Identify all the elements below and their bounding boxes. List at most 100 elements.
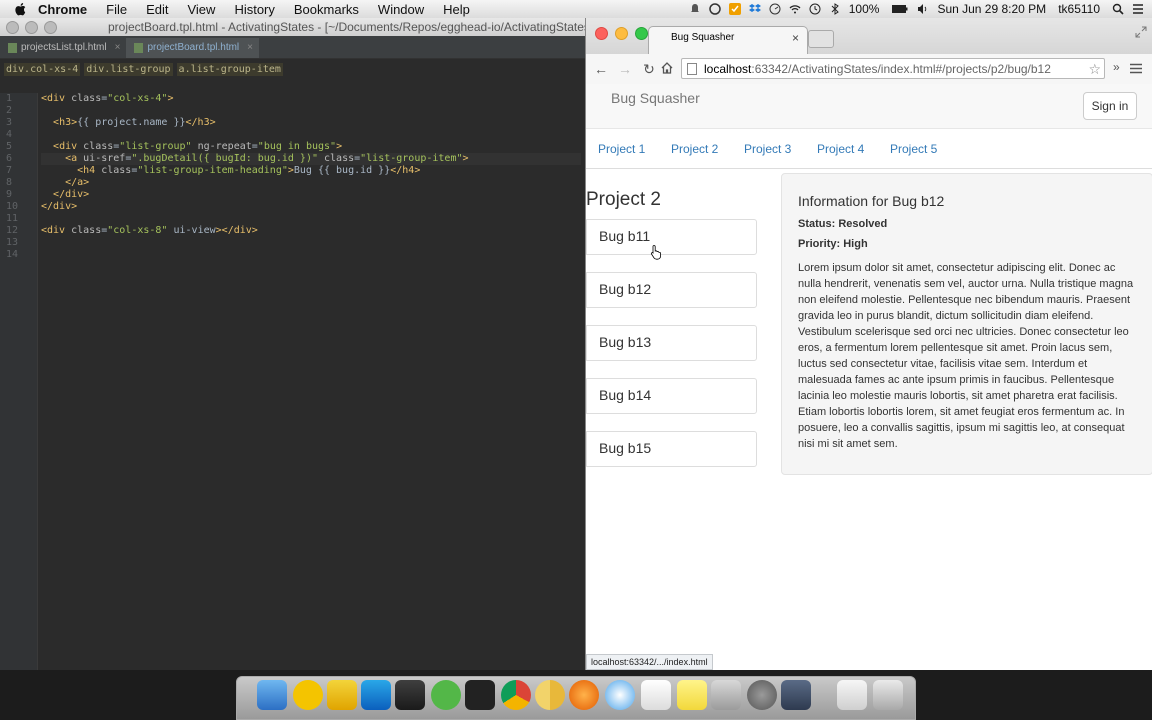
nav-project-4[interactable]: Project 4 xyxy=(817,142,864,156)
safari-icon[interactable] xyxy=(605,680,635,710)
reload-icon[interactable]: ↻ xyxy=(640,60,658,78)
menu-file[interactable]: File xyxy=(106,2,127,17)
code-line[interactable] xyxy=(41,105,581,117)
notification-center-icon[interactable] xyxy=(1132,3,1144,15)
close-icon[interactable]: × xyxy=(792,27,799,49)
menu-edit[interactable]: Edit xyxy=(146,2,168,17)
menu-help[interactable]: Help xyxy=(443,2,470,17)
volume-icon[interactable] xyxy=(917,3,929,15)
jetbrains-ide-icon[interactable] xyxy=(361,680,391,710)
terminal-icon[interactable] xyxy=(465,680,495,710)
extensions-chevron-icon[interactable]: » xyxy=(1113,60,1120,74)
battery-percent[interactable]: 100% xyxy=(849,2,880,16)
new-tab-button[interactable] xyxy=(808,30,834,48)
back-arrow-icon[interactable]: ← xyxy=(592,60,610,78)
time-machine-icon[interactable] xyxy=(809,3,821,15)
close-icon[interactable]: × xyxy=(115,38,121,58)
code-line[interactable]: </a> xyxy=(41,177,581,189)
bluetooth-icon[interactable] xyxy=(829,3,841,15)
code-editor[interactable]: <div class="col-xs-4"> <h3>{{ project.na… xyxy=(41,93,581,261)
menu-bookmarks[interactable]: Bookmarks xyxy=(294,2,359,17)
menubar-user[interactable]: tk65110 xyxy=(1058,2,1100,16)
trash-icon[interactable] xyxy=(873,680,903,710)
reminders-icon[interactable] xyxy=(641,680,671,710)
nav-project-2[interactable]: Project 2 xyxy=(671,142,718,156)
bug-list-item[interactable]: Bug b12 xyxy=(586,272,757,308)
status-circle-icon[interactable] xyxy=(708,3,721,15)
hamburger-menu-icon[interactable] xyxy=(1130,63,1142,74)
bug-list-item[interactable]: Bug b14 xyxy=(586,378,757,414)
code-line[interactable] xyxy=(41,249,581,261)
l-app-icon[interactable] xyxy=(327,680,357,710)
chrome-icon[interactable] xyxy=(501,680,531,710)
code-line[interactable]: </div> xyxy=(41,189,581,201)
webstorm-icon[interactable] xyxy=(395,680,425,710)
chrome-canary-icon[interactable] xyxy=(535,680,565,710)
line-number: 11 xyxy=(6,213,19,224)
firefox-icon[interactable] xyxy=(569,680,599,710)
nav-project-3[interactable]: Project 3 xyxy=(744,142,791,156)
system-preferences-icon[interactable] xyxy=(747,680,777,710)
ide-close-button[interactable] xyxy=(6,21,19,34)
home-icon[interactable] xyxy=(661,62,673,74)
spotlight-search-icon[interactable] xyxy=(1112,3,1124,15)
code-line[interactable]: <div class="list-group" ng-repeat="bug i… xyxy=(41,141,581,153)
browser-zoom-button[interactable] xyxy=(635,27,648,40)
bug-list-item[interactable]: Bug b15 xyxy=(586,431,757,467)
browser-tab-title: Bug Squasher xyxy=(671,32,735,43)
code-line[interactable]: <div class="col-xs-4"> xyxy=(41,93,581,105)
forward-arrow-icon[interactable]: → xyxy=(616,60,634,78)
battery-icon[interactable] xyxy=(891,3,909,15)
breadcrumb: div.col-xs-4 div.list-group a.list-group… xyxy=(0,61,585,77)
close-icon[interactable]: × xyxy=(247,38,253,58)
breadcrumb-item[interactable]: div.list-group xyxy=(84,62,173,76)
breadcrumb-item[interactable]: div.col-xs-4 xyxy=(4,62,81,76)
menu-history[interactable]: History xyxy=(234,2,274,17)
web-page: Bug Squasher Sign in Project 1 Project 2… xyxy=(586,84,1152,670)
finder-icon[interactable] xyxy=(257,680,287,710)
atom-icon[interactable] xyxy=(431,680,461,710)
code-line[interactable]: <h3>{{ project.name }}</h3> xyxy=(41,117,581,129)
bell-icon[interactable] xyxy=(689,3,701,15)
checkmark-icon[interactable] xyxy=(728,3,741,15)
dropbox-icon[interactable] xyxy=(748,3,761,15)
document-icon[interactable] xyxy=(837,680,867,710)
code-line[interactable] xyxy=(41,213,581,225)
o-app-icon[interactable] xyxy=(293,680,323,710)
nav-project-5[interactable]: Project 5 xyxy=(890,142,937,156)
ide-window-title: projectBoard.tpl.html - ActivatingStates… xyxy=(108,20,585,34)
code-line[interactable] xyxy=(41,129,581,141)
sign-in-button[interactable]: Sign in xyxy=(1083,92,1137,120)
menu-app-chrome[interactable]: Chrome xyxy=(38,2,87,17)
code-line[interactable]: </div> xyxy=(41,201,581,213)
line-number-gutter: 1 2 3 4 5 6 7 8 9 10 11 12 13 14 xyxy=(0,93,38,670)
gauge-icon[interactable] xyxy=(769,3,781,15)
code-line[interactable]: <div class="col-xs-8" ui-view></div> xyxy=(41,225,581,237)
browser-minimize-button[interactable] xyxy=(615,27,628,40)
menu-window[interactable]: Window xyxy=(378,2,424,17)
app-brand[interactable]: Bug Squasher xyxy=(611,84,700,110)
bookmark-star-icon[interactable]: ☆ xyxy=(1088,59,1101,78)
browser-tab[interactable]: Bug Squasher × xyxy=(648,26,808,54)
menubar-clock[interactable]: Sun Jun 29 8:20 PM xyxy=(937,2,1046,16)
breadcrumb-item[interactable]: a.list-group-item xyxy=(176,62,283,76)
address-bar[interactable]: localhost:63342/ActivatingStates/index.h… xyxy=(681,58,1105,79)
screenflow-icon[interactable] xyxy=(781,680,811,710)
calculator-icon[interactable] xyxy=(711,680,741,710)
code-line[interactable]: <h4 class="list-group-item-heading">Bug … xyxy=(41,165,581,177)
stickies-icon[interactable] xyxy=(677,680,707,710)
apple-icon[interactable] xyxy=(14,2,28,16)
code-line[interactable] xyxy=(41,237,581,249)
ide-minimize-button[interactable] xyxy=(25,21,38,34)
tab-projectboard[interactable]: projectBoard.tpl.html × xyxy=(126,38,259,58)
ide-zoom-button[interactable] xyxy=(44,21,57,34)
wifi-icon[interactable] xyxy=(789,3,801,15)
tab-projectslist[interactable]: projectsList.tpl.html × xyxy=(0,38,126,58)
menu-view[interactable]: View xyxy=(187,2,215,17)
fullscreen-icon[interactable] xyxy=(1135,26,1147,38)
code-line[interactable]: <a ui-sref=".bugDetail({ bugId: bug.id }… xyxy=(41,153,581,165)
bug-list-item[interactable]: Bug b13 xyxy=(586,325,757,361)
browser-close-button[interactable] xyxy=(595,27,608,40)
bug-list-item[interactable]: Bug b11 xyxy=(586,219,757,255)
nav-project-1[interactable]: Project 1 xyxy=(598,142,645,156)
